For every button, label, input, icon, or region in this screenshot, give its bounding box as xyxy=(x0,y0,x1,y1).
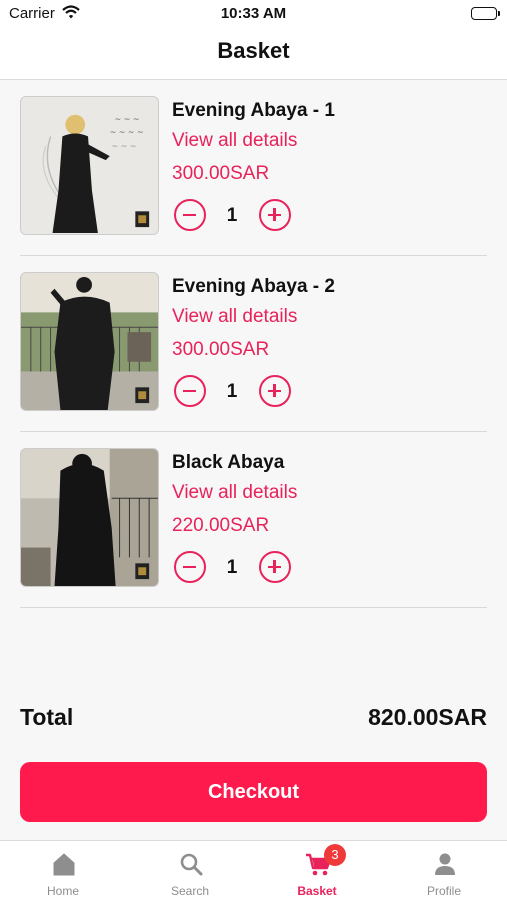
product-price: 300.00SAR xyxy=(172,163,270,184)
svg-text:~ ~ ~ ~: ~ ~ ~ ~ xyxy=(110,127,144,136)
tab-search[interactable]: Search xyxy=(127,841,253,900)
tab-basket[interactable]: 3 Basket xyxy=(254,841,380,900)
total-value: 820.00SAR xyxy=(368,704,487,730)
increase-quantity-button[interactable] xyxy=(259,199,291,231)
tab-profile[interactable]: Profile xyxy=(381,841,507,900)
product-title: Black Abaya xyxy=(172,452,285,473)
basket-item: Black Abaya View all details 220.00SAR 1 xyxy=(20,432,487,608)
product-image[interactable] xyxy=(20,272,159,411)
quantity-value: 1 xyxy=(226,381,238,402)
svg-text:~ ~ ~: ~ ~ ~ xyxy=(112,141,137,150)
product-price: 220.00SAR xyxy=(172,515,270,536)
decrease-quantity-button[interactable] xyxy=(174,199,206,231)
increase-quantity-button[interactable] xyxy=(259,375,291,407)
tab-home[interactable]: Home xyxy=(0,841,126,900)
clock: 10:33 AM xyxy=(220,5,287,22)
basket-item: Evening Abaya - 2 View all details 300.0… xyxy=(20,256,487,432)
tab-label: Basket xyxy=(297,884,337,898)
page-title: Basket xyxy=(0,28,507,80)
product-image[interactable]: ~ ~ ~ ~ ~ ~ ~ ~ ~ ~ xyxy=(20,96,159,235)
total-label: Total xyxy=(20,704,74,730)
quantity-value: 1 xyxy=(226,205,238,226)
tab-label: Profile xyxy=(426,884,461,898)
tab-label: Home xyxy=(46,884,79,898)
product-title: Evening Abaya - 1 xyxy=(172,100,335,121)
product-price: 300.00SAR xyxy=(172,339,270,360)
view-details-link[interactable]: View all details xyxy=(172,306,297,328)
home-icon xyxy=(51,851,77,877)
svg-text:~ ~ ~: ~ ~ ~ xyxy=(115,115,140,124)
decrease-quantity-button[interactable] xyxy=(174,551,206,583)
product-image[interactable] xyxy=(20,448,159,587)
view-details-link[interactable]: View all details xyxy=(172,130,297,152)
cart-count-badge: 3 xyxy=(324,844,346,866)
person-icon xyxy=(432,851,458,877)
checkout-button[interactable]: Checkout xyxy=(20,762,487,822)
increase-quantity-button[interactable] xyxy=(259,551,291,583)
status-bar: Carrier 10:33 AM xyxy=(0,0,507,28)
basket-item: ~ ~ ~ ~ ~ ~ ~ ~ ~ ~ Evening Abaya - 1 Vi… xyxy=(20,80,487,256)
tab-label: Search xyxy=(170,884,210,898)
battery-icon xyxy=(471,7,500,20)
decrease-quantity-button[interactable] xyxy=(174,375,206,407)
quantity-value: 1 xyxy=(226,557,238,578)
tab-bar: Home Search 3 Basket Profile xyxy=(0,840,507,900)
view-details-link[interactable]: View all details xyxy=(172,482,297,504)
product-title: Evening Abaya - 2 xyxy=(172,276,335,297)
search-icon xyxy=(178,851,204,877)
